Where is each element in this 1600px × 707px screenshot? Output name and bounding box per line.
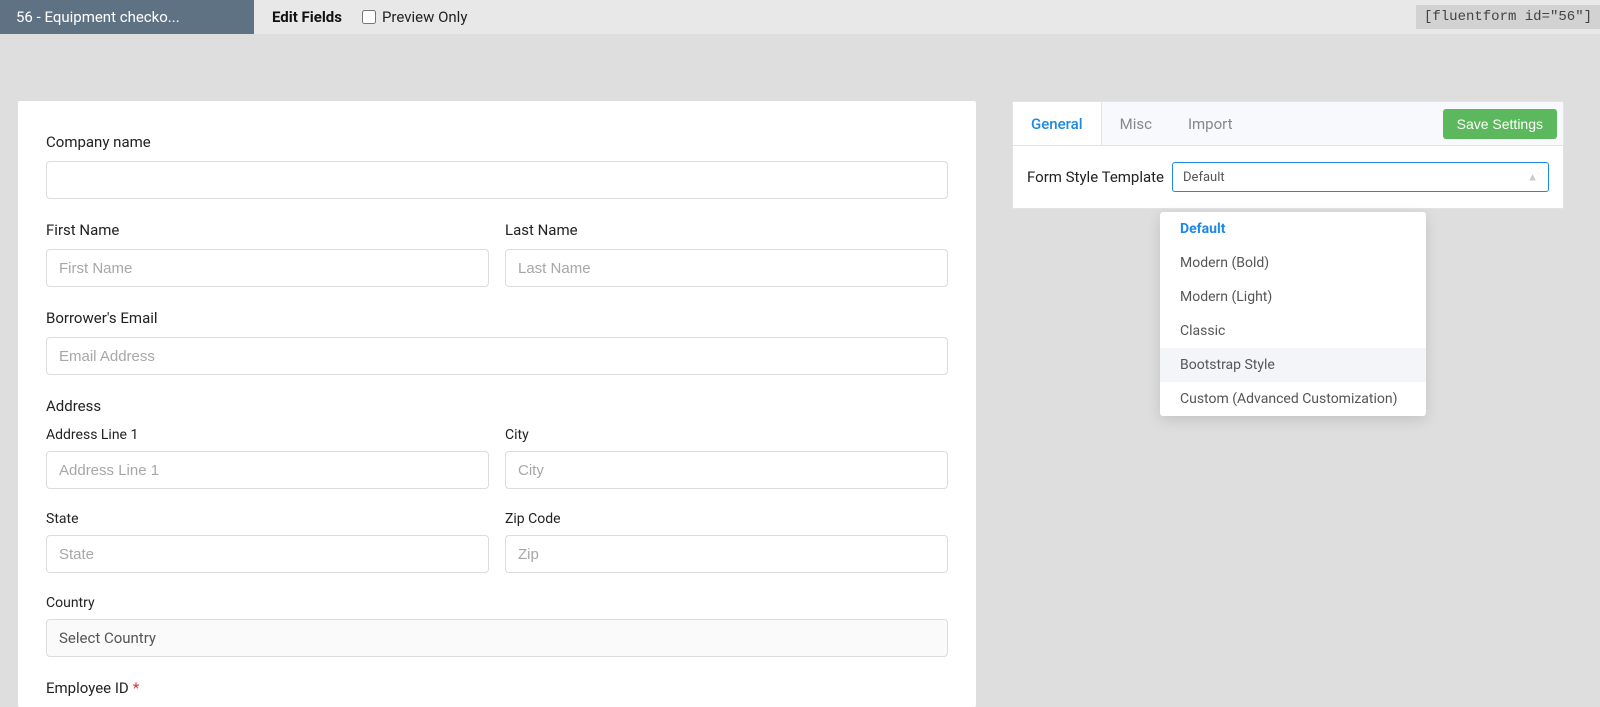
dropdown-item-modern-light[interactable]: Modern (Light) — [1160, 280, 1426, 314]
chevron-up-icon: ▲ — [1527, 171, 1538, 184]
preview-only-label: Preview Only — [382, 8, 467, 26]
form-style-template-select[interactable]: Default ▲ — [1172, 162, 1549, 192]
label-address: Address — [46, 397, 948, 415]
template-dropdown: Default Modern (Bold) Modern (Light) Cla… — [1160, 212, 1426, 416]
label-city: City — [505, 427, 948, 443]
shortcode-display[interactable]: [fluentform id="56"] — [1416, 5, 1600, 29]
form-style-template-value: Default — [1183, 170, 1225, 185]
last-name-input[interactable] — [505, 249, 948, 287]
dropdown-item-default[interactable]: Default — [1160, 212, 1426, 246]
label-first-name: First Name — [46, 221, 489, 239]
label-last-name: Last Name — [505, 221, 948, 239]
label-zip-code: Zip Code — [505, 511, 948, 527]
label-employee-id: Employee ID* — [46, 679, 948, 697]
label-state: State — [46, 511, 489, 527]
preview-only-checkbox[interactable] — [362, 10, 376, 24]
tab-misc[interactable]: Misc — [1102, 102, 1170, 145]
address-line-1-input[interactable] — [46, 451, 489, 489]
first-name-input[interactable] — [46, 249, 489, 287]
label-address-line-1: Address Line 1 — [46, 427, 489, 443]
label-borrower-email: Borrower's Email — [46, 309, 948, 327]
company-name-input[interactable] — [46, 161, 948, 199]
country-select[interactable]: Select Country — [46, 619, 948, 657]
borrower-email-input[interactable] — [46, 337, 948, 375]
preview-only-toggle[interactable]: Preview Only — [360, 8, 467, 26]
tab-form-title[interactable]: 56 - Equipment checko... — [0, 0, 254, 34]
dropdown-item-bootstrap[interactable]: Bootstrap Style — [1160, 348, 1426, 382]
city-input[interactable] — [505, 451, 948, 489]
label-company-name: Company name — [46, 133, 948, 151]
dropdown-item-custom[interactable]: Custom (Advanced Customization) — [1160, 382, 1426, 416]
settings-panel: General Misc Import Save Settings Form S… — [1012, 101, 1564, 209]
dropdown-item-modern-bold[interactable]: Modern (Bold) — [1160, 246, 1426, 280]
tab-edit-fields[interactable]: Edit Fields — [254, 0, 360, 34]
tab-general[interactable]: General — [1013, 102, 1102, 145]
label-form-style-template: Form Style Template — [1027, 168, 1164, 186]
save-settings-button[interactable]: Save Settings — [1443, 109, 1557, 139]
zip-code-input[interactable] — [505, 535, 948, 573]
top-bar: 56 - Equipment checko... Edit Fields Pre… — [0, 0, 1600, 34]
dropdown-item-classic[interactable]: Classic — [1160, 314, 1426, 348]
tab-import[interactable]: Import — [1170, 102, 1251, 145]
settings-tabs: General Misc Import Save Settings — [1013, 102, 1563, 146]
label-country: Country — [46, 595, 948, 611]
state-input[interactable] — [46, 535, 489, 573]
form-preview-panel: Company name First Name Last Name Borrow… — [18, 101, 976, 707]
required-icon: * — [133, 679, 139, 697]
